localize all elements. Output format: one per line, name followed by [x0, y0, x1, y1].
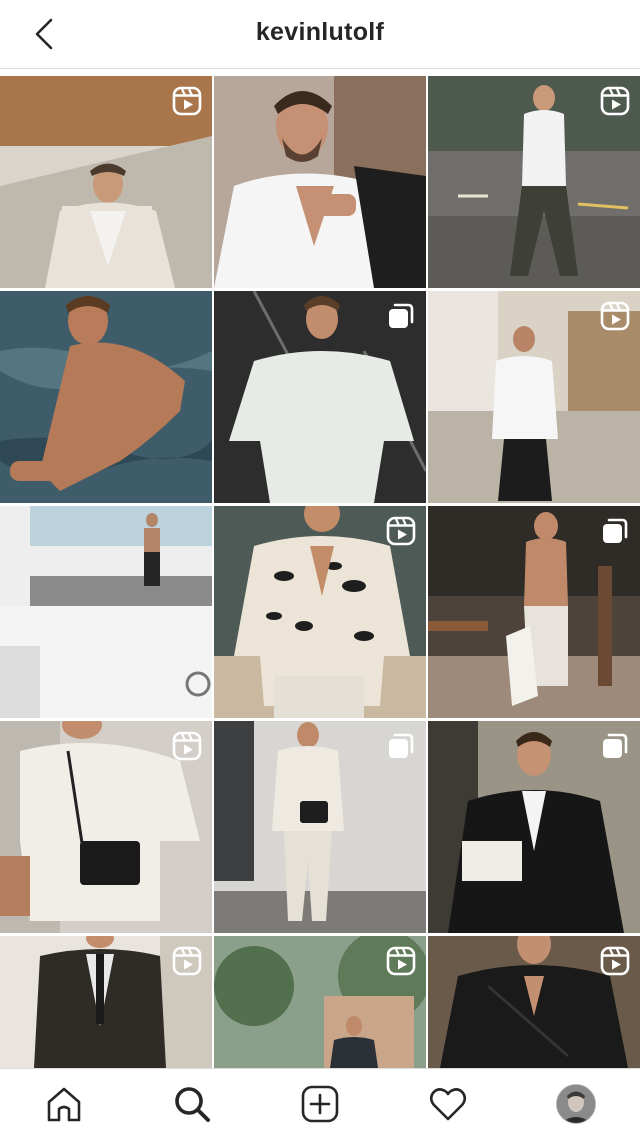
heart-icon	[429, 1088, 467, 1121]
reel-icon	[386, 516, 416, 546]
tab-activity[interactable]	[418, 1074, 478, 1134]
search-icon	[175, 1087, 210, 1122]
carousel-icon	[600, 731, 630, 761]
posts-grid	[0, 76, 640, 1068]
post-tile-carousel[interactable]	[214, 721, 426, 933]
post-tile-reel[interactable]	[0, 76, 212, 288]
reel-icon	[172, 731, 202, 761]
post-tile-carousel[interactable]	[214, 291, 426, 503]
post-tile-carousel[interactable]	[428, 721, 640, 933]
post-tile-photo[interactable]	[0, 506, 212, 718]
reel-icon	[172, 946, 202, 976]
new-post-icon	[301, 1085, 339, 1123]
post-tile-reel[interactable]	[428, 76, 640, 288]
post-thumbnail	[214, 76, 426, 288]
reel-icon	[386, 946, 416, 976]
post-thumbnail	[0, 291, 212, 503]
tab-profile[interactable]	[546, 1074, 606, 1134]
home-icon	[47, 1087, 81, 1122]
tab-search[interactable]	[162, 1074, 222, 1134]
bottom-tab-bar	[0, 1068, 640, 1139]
post-thumbnail	[0, 506, 212, 718]
post-tile-photo[interactable]	[214, 76, 426, 288]
carousel-icon	[386, 731, 416, 761]
post-tile-carousel[interactable]	[428, 506, 640, 718]
post-tile-reel[interactable]	[214, 506, 426, 718]
post-tile-photo[interactable]	[0, 291, 212, 503]
reel-icon	[172, 86, 202, 116]
tab-home[interactable]	[34, 1074, 94, 1134]
profile-avatar	[556, 1084, 596, 1124]
reel-icon	[600, 86, 630, 116]
post-tile-reel[interactable]	[214, 936, 426, 1068]
top-bar: kevinlutolf	[0, 0, 640, 69]
carousel-icon	[386, 301, 416, 331]
post-tile-reel[interactable]	[428, 291, 640, 503]
post-tile-reel[interactable]	[428, 936, 640, 1068]
carousel-icon	[600, 516, 630, 546]
reel-icon	[600, 301, 630, 331]
profile-username: kevinlutolf	[255, 18, 385, 46]
reel-icon	[600, 946, 630, 976]
post-tile-reel[interactable]	[0, 936, 212, 1068]
tab-new-post[interactable]	[290, 1074, 350, 1134]
post-tile-reel[interactable]	[0, 721, 212, 933]
